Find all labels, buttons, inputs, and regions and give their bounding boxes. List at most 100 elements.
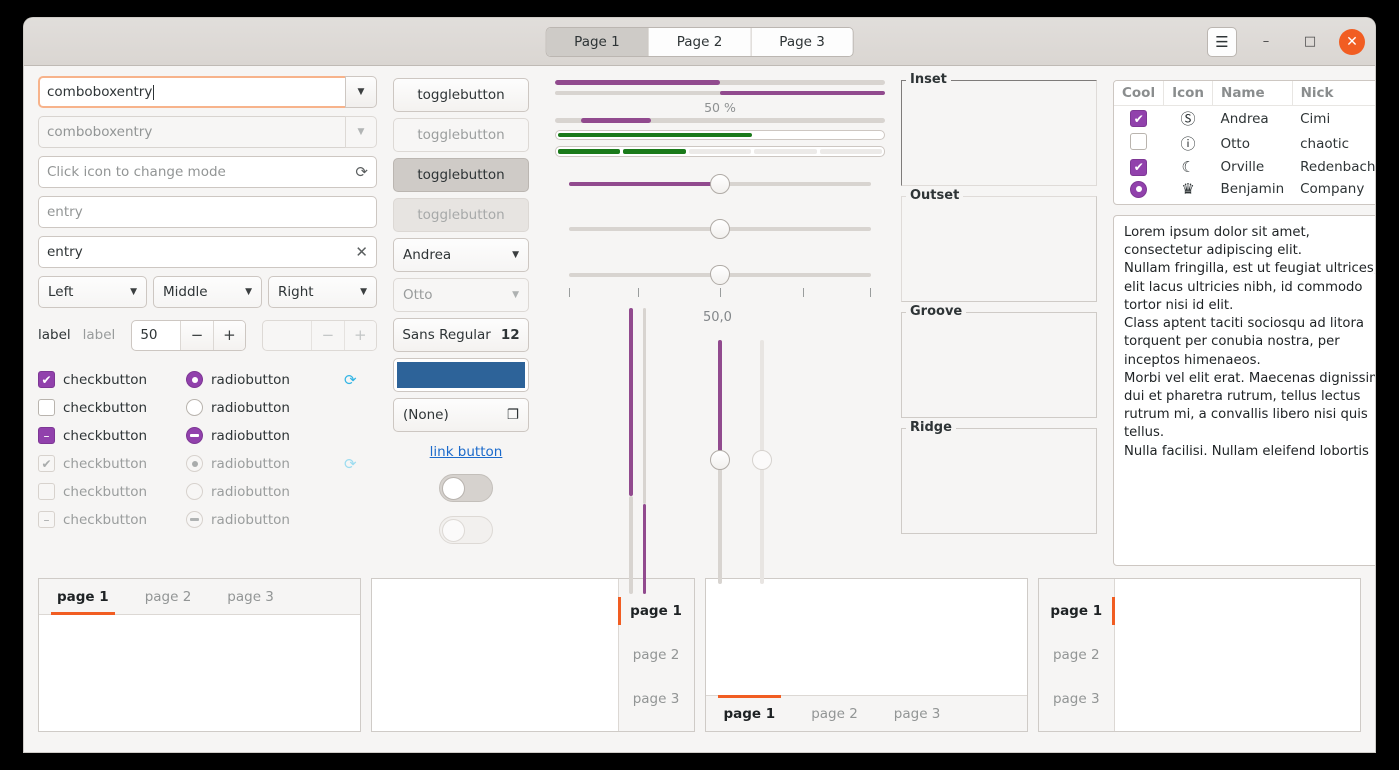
checkbox-icon[interactable]: ✔ xyxy=(38,371,55,388)
table-row[interactable]: ✔ Ⓢ Andrea Cimi xyxy=(1114,106,1375,132)
check-radio-row: ✔ checkbutton radiobutton ⟳ xyxy=(38,368,377,391)
radiobutton-on[interactable]: radiobutton xyxy=(186,371,334,388)
comboboxentry-input[interactable]: comboboxentry xyxy=(38,76,345,108)
vertical-scales: 50,0 xyxy=(555,304,885,595)
tab-page-2[interactable]: page 2 xyxy=(619,633,694,677)
scale-with-marks[interactable] xyxy=(555,262,885,286)
column-header-icon[interactable]: Icon xyxy=(1163,81,1214,106)
spinbutton-value[interactable]: 50 xyxy=(132,321,180,350)
togglebutton-active[interactable]: togglebutton xyxy=(393,158,529,192)
tab-page-2[interactable]: page 2 xyxy=(1039,633,1114,677)
vscale-right-handle[interactable] xyxy=(710,450,730,471)
combo-right[interactable]: Right ▼ xyxy=(268,276,377,308)
textview[interactable]: Lorem ipsum dolor sit amet, consectetur … xyxy=(1113,215,1375,566)
tab-page-3[interactable]: page 3 xyxy=(619,677,694,721)
table-row[interactable]: ✔ ☾ Orville Redenbacher xyxy=(1114,156,1375,178)
checkbutton-mixed[interactable]: – checkbutton xyxy=(38,427,186,444)
combo-left-label: Left xyxy=(48,284,74,300)
comboboxentry-dropdown-icon[interactable]: ▼ xyxy=(345,76,377,108)
row-cool-cell[interactable]: ✔ xyxy=(1114,156,1164,178)
scale-handle[interactable] xyxy=(710,173,730,194)
refresh-icon[interactable]: ⟳ xyxy=(355,163,368,181)
column-header-name[interactable]: Name xyxy=(1212,81,1293,106)
bars-column: 50 % 50,0 xyxy=(555,76,885,595)
checkbutton-off[interactable]: checkbutton xyxy=(38,399,186,416)
frame-outset-label: Outset xyxy=(906,188,964,203)
maximize-button[interactable]: □ xyxy=(1295,27,1325,57)
tab-page-1[interactable]: page 1 xyxy=(617,589,694,633)
tab-page-2[interactable]: page 2 xyxy=(127,579,210,614)
row-cool-cell[interactable] xyxy=(1114,131,1164,156)
checkbutton-label: checkbutton xyxy=(63,455,148,472)
vscale-right-empty-handle[interactable] xyxy=(752,450,772,471)
font-button[interactable]: Sans Regular 12 xyxy=(393,318,529,352)
treeview[interactable]: Cool Icon Name Nick ✔ Ⓢ Andrea Cimi ⓘ Ot… xyxy=(1113,80,1375,205)
link-button[interactable]: link button xyxy=(393,444,539,460)
checkbutton-label: checkbutton xyxy=(63,511,148,528)
scale-with-fill[interactable] xyxy=(555,171,885,195)
scale-handle[interactable] xyxy=(710,219,730,240)
comboboxentry-active[interactable]: comboboxentry ▼ xyxy=(38,76,377,108)
checkbox-icon: ✔ xyxy=(38,455,55,472)
scale-handle[interactable] xyxy=(710,264,730,285)
column-header-cool[interactable]: Cool xyxy=(1114,81,1165,106)
checkbox-icon[interactable]: ✔ xyxy=(1130,158,1148,176)
row-name-cell: Otto xyxy=(1220,135,1250,152)
switch-off[interactable] xyxy=(439,474,493,502)
label-insensitive: label xyxy=(82,327,116,343)
stack-tab-page-2[interactable]: Page 2 xyxy=(648,27,752,56)
togglebutton-active-disabled: togglebutton xyxy=(393,198,529,232)
radio-icon[interactable] xyxy=(1130,180,1148,198)
checkbox-icon[interactable] xyxy=(1130,133,1148,150)
togglebutton-normal[interactable]: togglebutton xyxy=(393,78,529,112)
tab-page-1[interactable]: page 1 xyxy=(706,695,794,731)
radio-icon[interactable] xyxy=(186,371,203,388)
color-button[interactable] xyxy=(393,358,529,392)
row-cool-cell[interactable]: ✔ xyxy=(1114,106,1164,132)
check-radio-row: checkbutton radiobutton xyxy=(38,396,377,419)
switch-row xyxy=(393,474,539,502)
file-chooser-button[interactable]: (None) ❐ xyxy=(393,398,529,432)
checkbutton-on[interactable]: ✔ checkbutton xyxy=(38,371,186,388)
stack-tab-page-3[interactable]: Page 3 xyxy=(751,27,853,56)
tab-page-3[interactable]: page 3 xyxy=(876,696,959,731)
radio-icon[interactable] xyxy=(186,399,203,416)
hamburger-menu-icon[interactable]: ☰ xyxy=(1207,26,1237,57)
spinbutton-plus-icon[interactable]: + xyxy=(212,320,246,350)
checkbutton-label: checkbutton xyxy=(63,427,148,444)
spinbutton-minus-icon[interactable]: − xyxy=(180,320,213,350)
radiobutton-mixed[interactable]: radiobutton xyxy=(186,427,334,444)
progressbar-rtl xyxy=(555,90,885,96)
scale-plain[interactable] xyxy=(555,216,885,240)
stack-switcher[interactable]: Page 1 Page 2 Page 3 xyxy=(545,26,854,57)
spinbutton[interactable]: 50 − + xyxy=(131,319,247,351)
plain-entry[interactable]: entry xyxy=(38,196,377,228)
checkbox-icon[interactable]: ✔ xyxy=(1130,110,1148,127)
tab-page-3[interactable]: page 3 xyxy=(209,579,292,614)
close-button[interactable]: ✕ xyxy=(1339,28,1365,55)
row-cool-cell[interactable] xyxy=(1114,178,1164,200)
table-row[interactable]: ⓘ Otto chaotic xyxy=(1114,131,1375,156)
tab-page-3[interactable]: page 3 xyxy=(1039,677,1114,721)
column-header-nick[interactable]: Nick xyxy=(1292,81,1375,106)
frames-column: Inset Outset Groove Ridge xyxy=(901,72,1097,566)
check-radio-grid: ✔ checkbutton radiobutton ⟳ checkbutton … xyxy=(38,368,377,531)
checkbox-icon[interactable]: – xyxy=(38,427,55,444)
clearable-entry[interactable]: entry ✕ xyxy=(38,236,377,268)
radiobutton-on-disabled: radiobutton xyxy=(186,455,334,472)
radiobutton-off[interactable]: radiobutton xyxy=(186,399,334,416)
combo-left[interactable]: Left ▼ xyxy=(38,276,147,308)
tab-page-2[interactable]: page 2 xyxy=(793,696,876,731)
icon-mode-entry[interactable]: Click icon to change mode ⟳ xyxy=(38,156,377,188)
tab-page-1[interactable]: page 1 xyxy=(1039,589,1115,633)
spinbutton-disabled: − + xyxy=(262,319,377,351)
radio-icon[interactable] xyxy=(186,427,203,444)
table-row[interactable]: ♛ Benjamin Company xyxy=(1114,178,1375,200)
checkbox-icon[interactable] xyxy=(38,399,55,416)
stack-tab-page-1[interactable]: Page 1 xyxy=(546,27,649,56)
combobox-andrea[interactable]: Andrea ▼ xyxy=(393,238,529,272)
clear-icon[interactable]: ✕ xyxy=(355,243,368,261)
tab-page-1[interactable]: page 1 xyxy=(39,579,127,615)
minimize-button[interactable]: – xyxy=(1251,27,1281,57)
combo-middle[interactable]: Middle ▼ xyxy=(153,276,262,308)
